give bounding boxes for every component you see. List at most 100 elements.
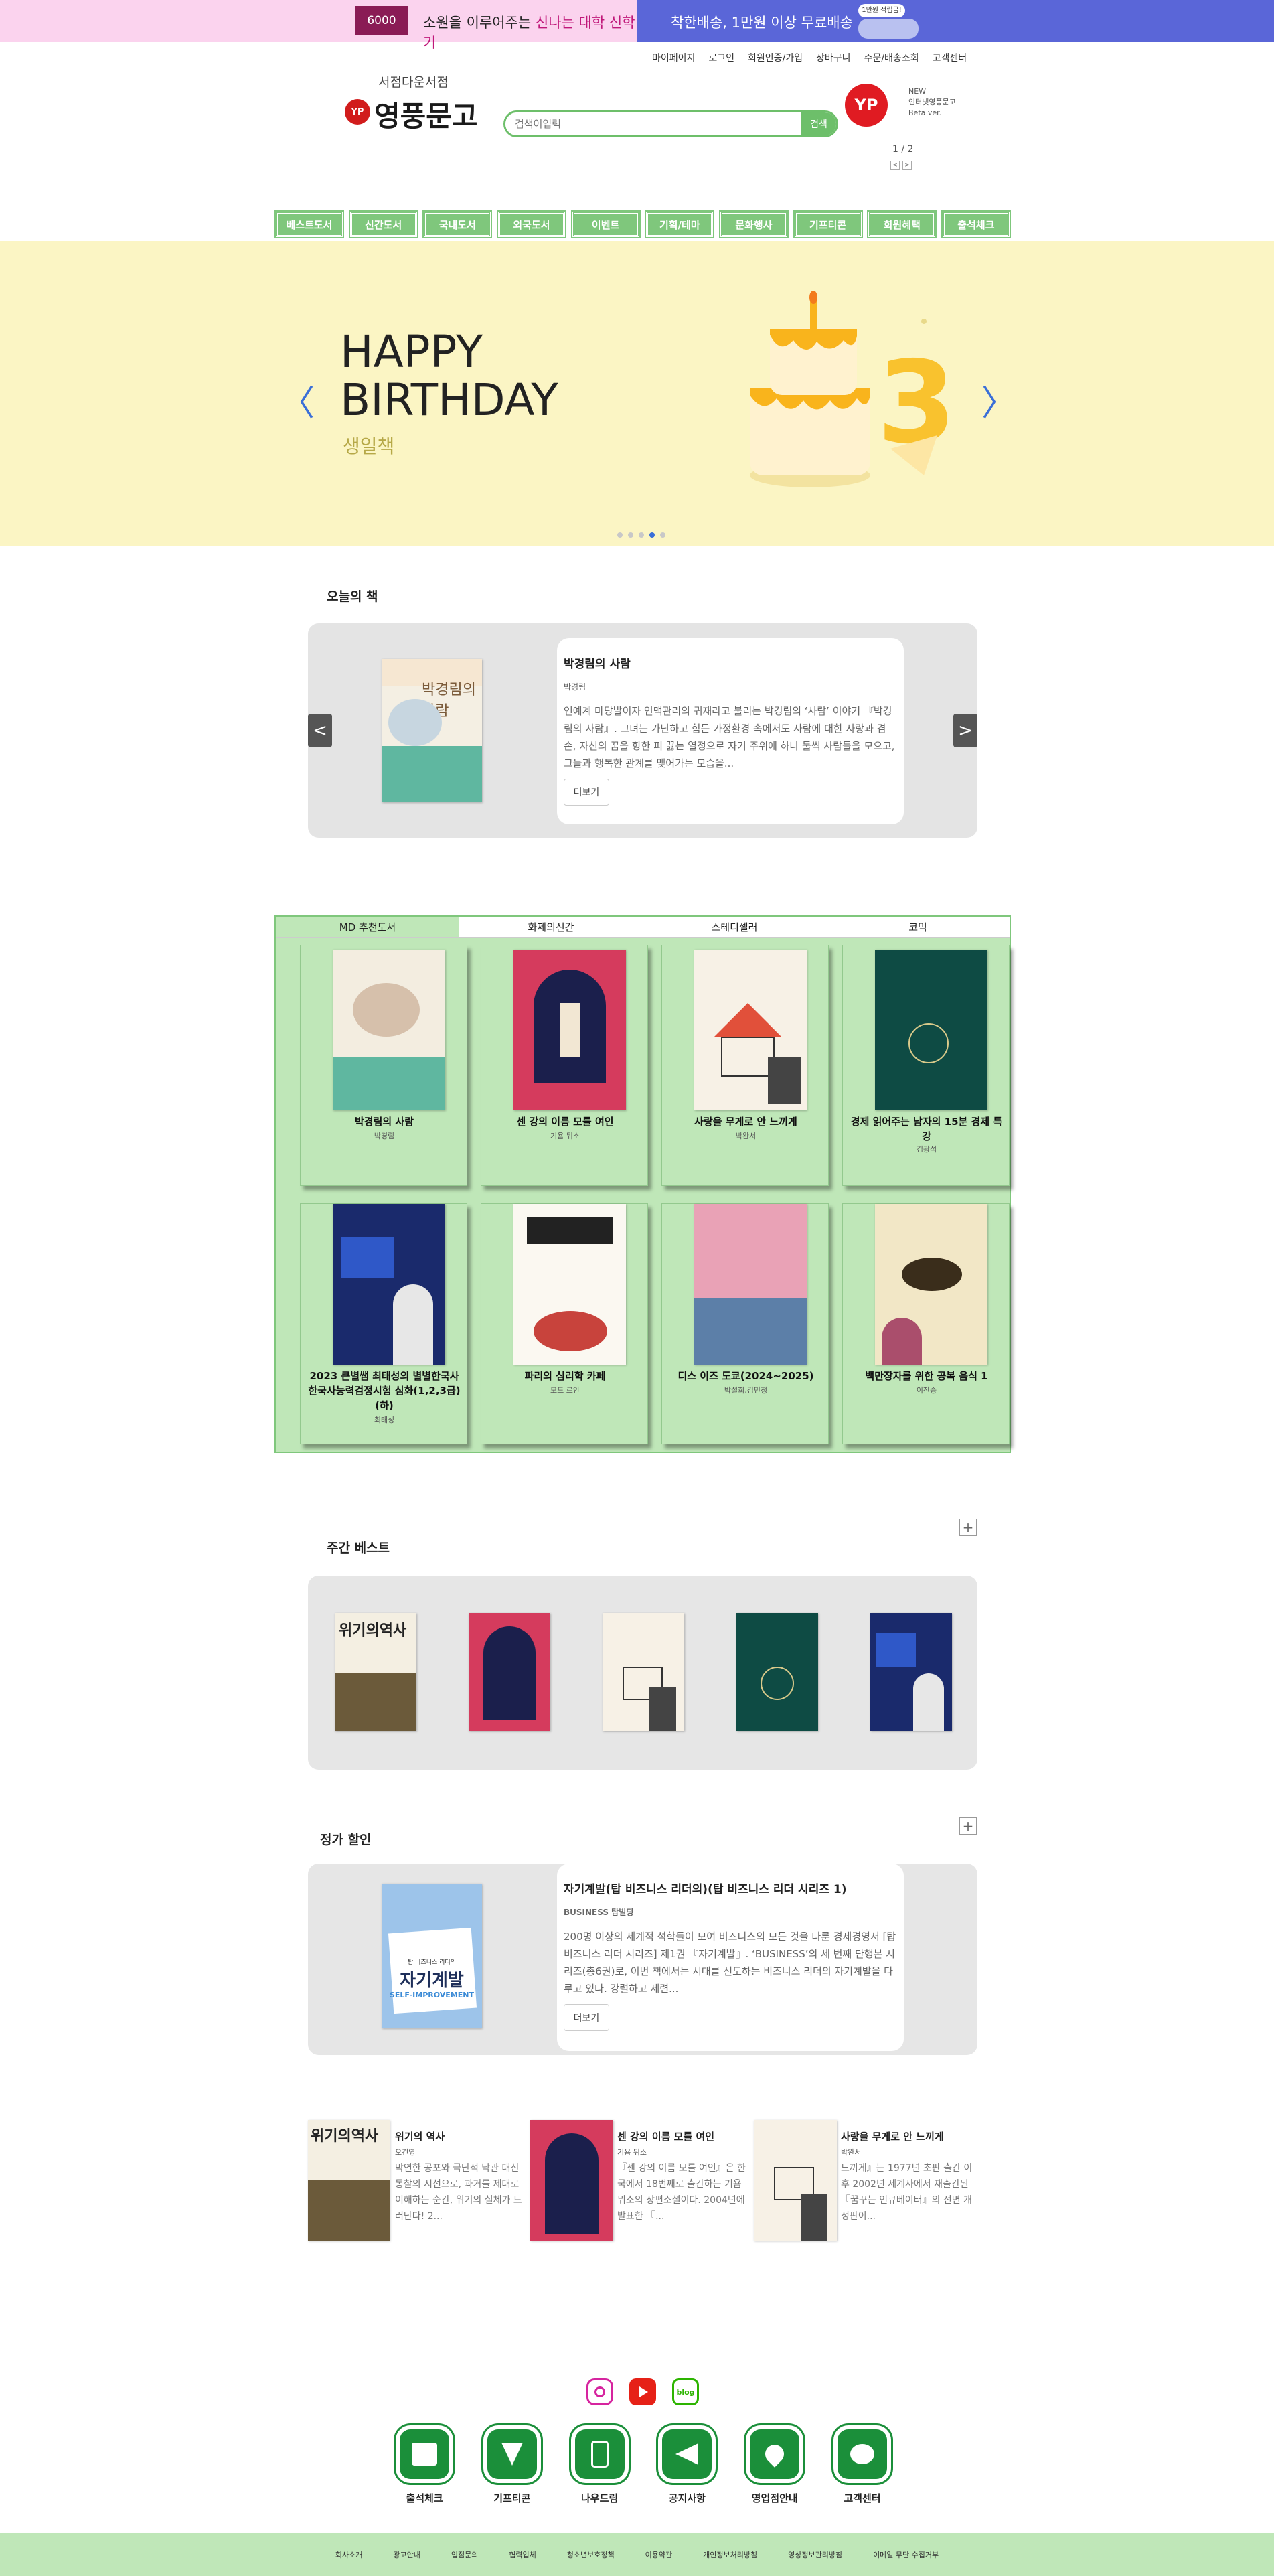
util-link-login[interactable]: 로그인 [702, 51, 741, 64]
discount-more-button[interactable]: + [959, 1817, 977, 1835]
todays-book-next-button[interactable]: > [953, 714, 977, 747]
search-button[interactable]: 검색 [801, 112, 836, 135]
youtube-icon[interactable] [629, 2378, 656, 2405]
footer-link-youth-policy[interactable]: 청소년보호정책 [567, 2549, 615, 2560]
hero-dot-active[interactable] [649, 532, 655, 538]
md-book-card[interactable]: 2023 큰별쌤 최태성의 별별한국사 한국사능력검정시험 심화(1,2,3급)… [300, 1203, 467, 1444]
md-book-card[interactable]: 백만장자를 위한 공복 음식 1 이찬승 [842, 1203, 1010, 1444]
hero-dot[interactable] [628, 532, 633, 538]
md-book-cover[interactable] [694, 950, 807, 1110]
tab-comic[interactable]: 코믹 [826, 917, 1010, 937]
md-book-cover[interactable] [875, 950, 987, 1110]
tab-steady[interactable]: 스테디셀러 [643, 917, 826, 937]
bottom-book-cover[interactable]: 위기의역사 [308, 2120, 390, 2241]
weekly-book-cover[interactable] [603, 1613, 684, 1731]
promo-banner-right[interactable]: 착한배송, 1만원 이상 무료배송 1만원 적립금! [637, 0, 1274, 42]
md-book-card[interactable]: 파리의 심리학 카페 모드 르안 [481, 1203, 648, 1444]
md-book-title[interactable]: 백만장자를 위한 공복 음식 1 [850, 1369, 1004, 1383]
util-link-signup[interactable]: 회원인증/가입 [741, 51, 809, 64]
quick-link-gifticon[interactable]: 기프티콘 [480, 2425, 544, 2505]
md-book-cover[interactable] [513, 1204, 626, 1365]
util-link-cart[interactable]: 장바구니 [809, 51, 858, 64]
bottom-book-item[interactable]: 위기의역사 위기의 역사 오건영 막연한 공포와 극단적 낙관 대신 통찰의 시… [308, 2120, 536, 2241]
promo-banner-left[interactable]: 6000 소원을 이루어주는 신나는 대학 신학기 [0, 0, 637, 51]
quick-link-nowdream[interactable]: 나우드림 [568, 2425, 632, 2505]
bottom-book-item[interactable]: 센 강의 이름 모를 여인 기욤 뮈소 『센 강의 이름 모를 여인』은 한국에… [530, 2120, 758, 2241]
category-new[interactable]: 신간도서 [348, 210, 418, 238]
md-book-cover[interactable] [513, 950, 626, 1110]
category-bestseller[interactable]: 베스트도서 [274, 210, 344, 238]
todays-book-more-button[interactable]: 더보기 [564, 779, 609, 806]
bottom-book-cover[interactable] [530, 2120, 613, 2241]
discount-book-cover[interactable]: 탑 비즈니스 리더의 자기계발 SELF-IMPROVEMENT [382, 1884, 482, 2028]
md-book-title[interactable]: 파리의 심리학 카페 [488, 1369, 642, 1383]
md-book-title[interactable]: 박경림의 사람 [307, 1114, 461, 1129]
md-book-title[interactable]: 2023 큰별쌤 최태성의 별별한국사 한국사능력검정시험 심화(1,2,3급)… [307, 1369, 461, 1413]
footer-link-privacy[interactable]: 개인정보처리방침 [703, 2549, 757, 2560]
quick-link-stores[interactable]: 영업점안내 [742, 2425, 807, 2505]
todays-book-name[interactable]: 박경림의 사람 [564, 654, 631, 671]
blog-icon[interactable]: blog [672, 2378, 699, 2405]
weekly-book-cover[interactable]: 위기의역사 [335, 1613, 416, 1731]
md-book-cover[interactable] [333, 1204, 445, 1365]
md-book-title[interactable]: 경제 읽어주는 남자의 15분 경제 특강 [850, 1114, 1004, 1144]
category-event[interactable]: 이벤트 [570, 210, 641, 238]
todays-book-cover[interactable]: 박경림의 사람 [382, 659, 482, 802]
category-culture[interactable]: 문화행사 [718, 210, 789, 238]
todays-book-prev-button[interactable]: < [308, 714, 332, 747]
hero-prev-arrow[interactable]: 〈 [280, 375, 315, 425]
md-book-title[interactable]: 사랑을 무게로 안 느끼게 [669, 1114, 823, 1129]
util-link-support[interactable]: 고객센터 [926, 51, 974, 64]
discount-book-name[interactable]: 자기계발(탑 비즈니스 리더의)(탑 비즈니스 리더 시리즈 1) [564, 1880, 847, 1896]
md-book-card[interactable]: 사랑을 무게로 안 느끼게 박완서 [661, 945, 829, 1186]
discount-more-link[interactable]: 더보기 [564, 2004, 609, 2031]
weekly-book-cover[interactable] [870, 1613, 952, 1731]
category-attendance[interactable]: 출석체크 [941, 210, 1011, 238]
quick-link-attendance[interactable]: 출석체크 [392, 2425, 457, 2505]
hero-dot[interactable] [660, 532, 665, 538]
md-book-card[interactable]: 박경림의 사람 박경림 [300, 945, 467, 1186]
bottom-book-cover[interactable] [754, 2120, 837, 2241]
footer-link-partner-inquiry[interactable]: 입점문의 [451, 2549, 478, 2560]
ad-next-button[interactable]: > [902, 161, 912, 170]
weekly-best-more-button[interactable]: + [959, 1519, 977, 1536]
md-book-card[interactable]: 경제 읽어주는 남자의 15분 경제 특강 김광석 [842, 945, 1010, 1186]
footer-link-terms[interactable]: 이용약관 [645, 2549, 672, 2560]
bottom-book-title[interactable]: 센 강의 이름 모를 여인 [617, 2129, 714, 2143]
category-gifticon[interactable]: 기프티콘 [793, 210, 863, 238]
category-foreign[interactable]: 외국도서 [496, 210, 566, 238]
bottom-book-title[interactable]: 위기의 역사 [395, 2129, 445, 2143]
tab-hot-new[interactable]: 화제의신간 [459, 917, 643, 937]
bottom-book-title[interactable]: 사랑을 무게로 안 느끼게 [841, 2129, 944, 2143]
quick-link-notice[interactable]: 공지사항 [655, 2425, 719, 2505]
md-book-card[interactable]: 디스 이즈 도쿄(2024~2025) 박설희,김민정 [661, 1203, 829, 1444]
weekly-book-cover[interactable] [469, 1613, 550, 1731]
quick-link-support[interactable]: 고객센터 [830, 2425, 894, 2505]
bottom-book-item[interactable]: 사랑을 무게로 안 느끼게 박완서 느끼게』는 1977년 초판 출간 이후 2… [754, 2120, 981, 2241]
hero-next-arrow[interactable]: 〉 [981, 375, 1016, 425]
md-book-cover[interactable] [694, 1204, 807, 1365]
yp-beta-ad[interactable]: YP NEW 인터넷영풍문고 Beta ver. [845, 84, 956, 131]
md-book-card[interactable]: 센 강의 이름 모를 여인 기욤 뮈소 [481, 945, 648, 1186]
top-promo-banner[interactable]: 6000 소원을 이루어주는 신나는 대학 신학기 착한배송, 1만원 이상 무… [0, 0, 1274, 51]
site-logo[interactable]: 서점다운서점 YP 영풍문고 [345, 70, 485, 133]
weekly-book-cover[interactable] [736, 1613, 818, 1731]
tab-md-picks[interactable]: MD 추천도서 [276, 917, 459, 937]
hero-dot[interactable] [639, 532, 644, 538]
md-book-title[interactable]: 센 강의 이름 모를 여인 [488, 1114, 642, 1129]
category-benefit[interactable]: 회원혜택 [867, 210, 937, 238]
hero-carousel[interactable]: HAPPY BIRTHDAY 생일책 〈 〉 3 [0, 241, 1274, 546]
footer-link-email-policy[interactable]: 이메일 무단 수집거부 [873, 2549, 939, 2560]
footer-link-ads[interactable]: 광고안내 [393, 2549, 420, 2560]
footer-link-cctv-policy[interactable]: 영상정보관리방침 [788, 2549, 842, 2560]
ad-prev-button[interactable]: < [890, 161, 900, 170]
footer-link-vendors[interactable]: 협력업체 [509, 2549, 536, 2560]
instagram-icon[interactable] [586, 2378, 613, 2405]
footer-link-about[interactable]: 회사소개 [335, 2549, 362, 2560]
category-domestic[interactable]: 국내도서 [422, 210, 493, 238]
category-theme[interactable]: 기획/테마 [645, 210, 715, 238]
md-book-cover[interactable] [333, 950, 445, 1110]
md-book-title[interactable]: 디스 이즈 도쿄(2024~2025) [669, 1369, 823, 1383]
util-link-orders[interactable]: 주문/배송조회 [858, 51, 926, 64]
hero-dot[interactable] [617, 532, 623, 538]
